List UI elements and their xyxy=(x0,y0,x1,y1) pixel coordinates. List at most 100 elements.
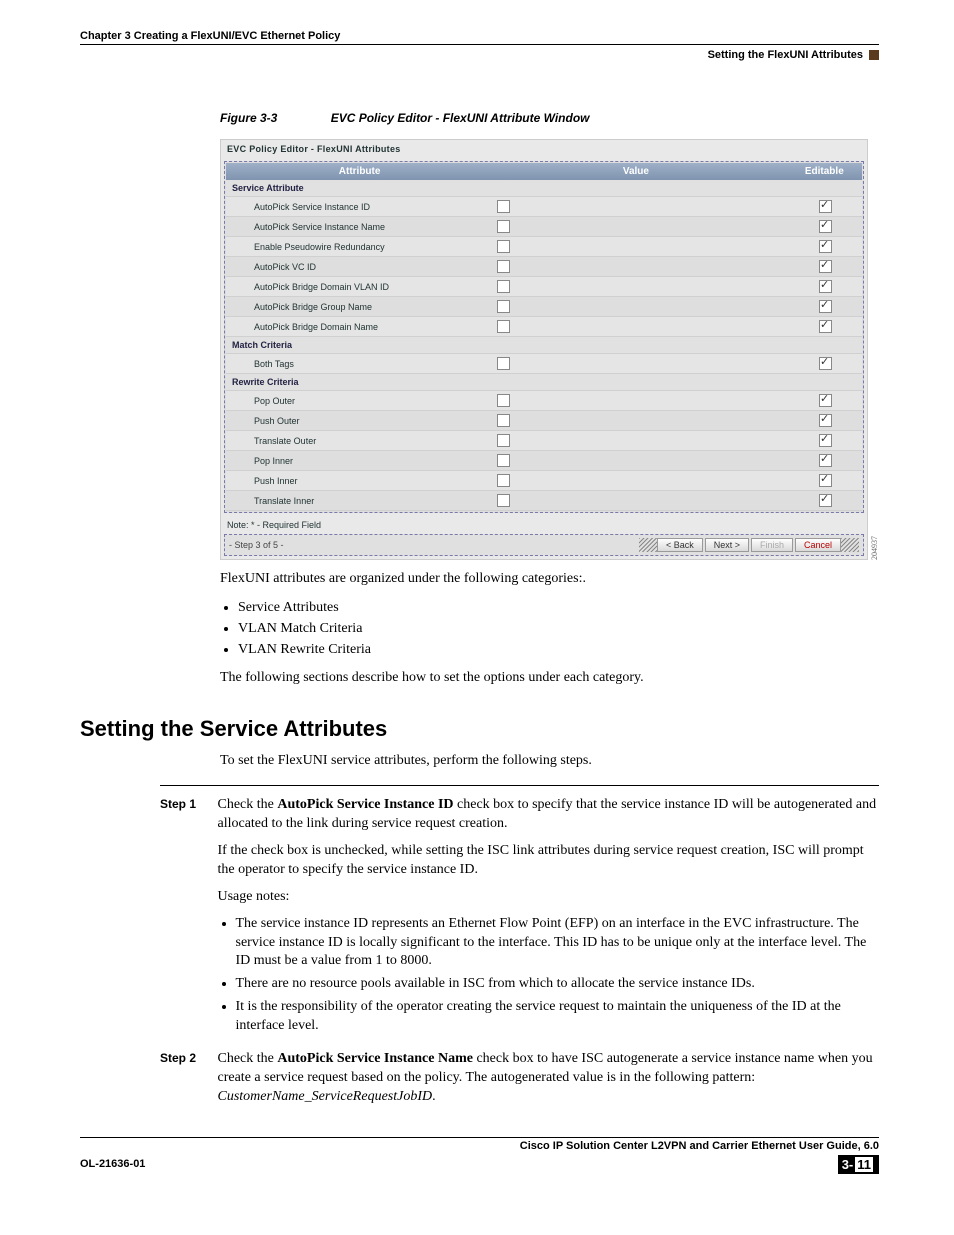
editable-checkbox[interactable] xyxy=(819,434,832,447)
figure-title: EVC Policy Editor - FlexUNI Attribute Wi… xyxy=(331,111,590,125)
next-button[interactable]: Next > xyxy=(705,538,749,552)
editable-checkbox[interactable] xyxy=(819,394,832,407)
running-header: Chapter 3 Creating a FlexUNI/EVC Etherne… xyxy=(80,30,879,45)
editable-checkbox[interactable] xyxy=(819,300,832,313)
table-row: AutoPick VC ID xyxy=(226,257,862,277)
editable-checkbox[interactable] xyxy=(819,454,832,467)
col-value: Value xyxy=(485,163,786,180)
header-marker-icon xyxy=(869,50,879,60)
list-item: It is the responsibility of the operator… xyxy=(236,998,877,1036)
doc-title: Cisco IP Solution Center L2VPN and Carri… xyxy=(520,1140,879,1152)
figure-number: Figure 3-3 xyxy=(220,111,277,125)
page-footer: Cisco IP Solution Center L2VPN and Carri… xyxy=(80,1137,879,1174)
step-1: Step 1 Check the AutoPick Service Instan… xyxy=(160,796,879,1040)
paragraph: The following sections describe how to s… xyxy=(220,669,879,688)
page-number-badge: 3-11 xyxy=(838,1155,879,1174)
editable-checkbox[interactable] xyxy=(819,260,832,273)
value-checkbox[interactable] xyxy=(497,300,510,313)
table-header: Attribute Value Editable xyxy=(226,163,862,180)
list-item: Service Attributes xyxy=(238,599,879,617)
paragraph: FlexUNI attributes are organized under t… xyxy=(220,570,879,589)
value-checkbox[interactable] xyxy=(497,280,510,293)
list-item: VLAN Match Criteria xyxy=(238,620,879,638)
attr-label: AutoPick VC ID xyxy=(226,259,497,275)
table-row: Push Inner xyxy=(226,471,862,491)
value-checkbox[interactable] xyxy=(497,454,510,467)
attr-label: AutoPick Service Instance ID xyxy=(226,199,497,215)
figure-id-number: 204937 xyxy=(870,536,879,560)
text: . xyxy=(432,1089,436,1104)
value-checkbox[interactable] xyxy=(497,434,510,447)
section-heading: Setting the Service Attributes xyxy=(80,716,879,742)
italic-term: CustomerName_ServiceRequestJobID xyxy=(218,1089,433,1104)
text: Check the xyxy=(218,1051,278,1066)
table-row: AutoPick Bridge Domain Name xyxy=(226,317,862,337)
value-checkbox[interactable] xyxy=(497,240,510,253)
table-row: Translate Inner xyxy=(226,491,862,511)
value-checkbox[interactable] xyxy=(497,260,510,273)
value-checkbox[interactable] xyxy=(497,320,510,333)
attr-label: AutoPick Service Instance Name xyxy=(226,219,497,235)
resize-grip-icon xyxy=(639,538,657,552)
step-label: Step 2 xyxy=(160,1050,214,1066)
editable-checkbox[interactable] xyxy=(819,220,832,233)
editable-checkbox[interactable] xyxy=(819,494,832,507)
running-header-right: Setting the FlexUNI Attributes xyxy=(80,49,879,61)
attr-label: Pop Inner xyxy=(226,453,497,469)
chapter-line: Chapter 3 Creating a FlexUNI/EVC Etherne… xyxy=(80,30,340,42)
divider xyxy=(160,785,879,786)
col-editable: Editable xyxy=(787,163,862,180)
paragraph: To set the FlexUNI service attributes, p… xyxy=(220,752,879,771)
step-indicator: - Step 3 of 5 - xyxy=(229,540,284,550)
required-field-note: Note: * - Required Field xyxy=(221,516,867,532)
value-checkbox[interactable] xyxy=(497,414,510,427)
attr-label: AutoPick Bridge Domain Name xyxy=(226,319,497,335)
attr-label: Push Outer xyxy=(226,413,497,429)
table-row: Translate Outer xyxy=(226,431,862,451)
table-row: AutoPick Bridge Domain VLAN ID xyxy=(226,277,862,297)
attr-label: Pop Outer xyxy=(226,393,497,409)
text: Check the xyxy=(218,797,278,812)
list-item: The service instance ID represents an Et… xyxy=(236,915,877,972)
group-match-criteria: Match Criteria xyxy=(226,337,862,354)
cancel-button[interactable]: Cancel xyxy=(795,538,841,552)
editable-checkbox[interactable] xyxy=(819,240,832,253)
editor-title: EVC Policy Editor - FlexUNI Attributes xyxy=(221,140,867,158)
bold-term: AutoPick Service Instance Name xyxy=(277,1051,473,1066)
table-row: AutoPick Service Instance Name xyxy=(226,217,862,237)
value-checkbox[interactable] xyxy=(497,200,510,213)
page-number: 11 xyxy=(855,1157,873,1172)
attr-label: Both Tags xyxy=(226,356,497,372)
value-checkbox[interactable] xyxy=(497,494,510,507)
col-attribute: Attribute xyxy=(226,163,485,180)
value-checkbox[interactable] xyxy=(497,394,510,407)
editable-checkbox[interactable] xyxy=(819,474,832,487)
table-row: Pop Outer xyxy=(226,391,862,411)
editable-checkbox[interactable] xyxy=(819,280,832,293)
back-button[interactable]: < Back xyxy=(657,538,703,552)
attr-label: AutoPick Bridge Group Name xyxy=(226,299,497,315)
editable-checkbox[interactable] xyxy=(819,414,832,427)
value-checkbox[interactable] xyxy=(497,220,510,233)
list-item: VLAN Rewrite Criteria xyxy=(238,641,879,659)
editable-checkbox[interactable] xyxy=(819,357,832,370)
table-row: Push Outer xyxy=(226,411,862,431)
list-item: There are no resource pools available in… xyxy=(236,975,877,994)
attr-label: Push Inner xyxy=(226,473,497,489)
group-service-attribute: Service Attribute xyxy=(226,180,862,197)
editable-checkbox[interactable] xyxy=(819,320,832,333)
value-checkbox[interactable] xyxy=(497,474,510,487)
table-row: Pop Inner xyxy=(226,451,862,471)
category-list: Service Attributes VLAN Match Criteria V… xyxy=(238,599,879,660)
table-row: Both Tags xyxy=(226,354,862,374)
doc-id: OL-21636-01 xyxy=(80,1158,145,1170)
attr-label: AutoPick Bridge Domain VLAN ID xyxy=(226,279,497,295)
attr-label: Translate Inner xyxy=(226,493,497,509)
section-line: Setting the FlexUNI Attributes xyxy=(708,49,863,61)
table-row: AutoPick Bridge Group Name xyxy=(226,297,862,317)
attr-label: Translate Outer xyxy=(226,433,497,449)
wizard-bar: - Step 3 of 5 - < Back Next > Finish Can… xyxy=(224,534,864,556)
editable-checkbox[interactable] xyxy=(819,200,832,213)
finish-button: Finish xyxy=(751,538,793,552)
value-checkbox[interactable] xyxy=(497,357,510,370)
